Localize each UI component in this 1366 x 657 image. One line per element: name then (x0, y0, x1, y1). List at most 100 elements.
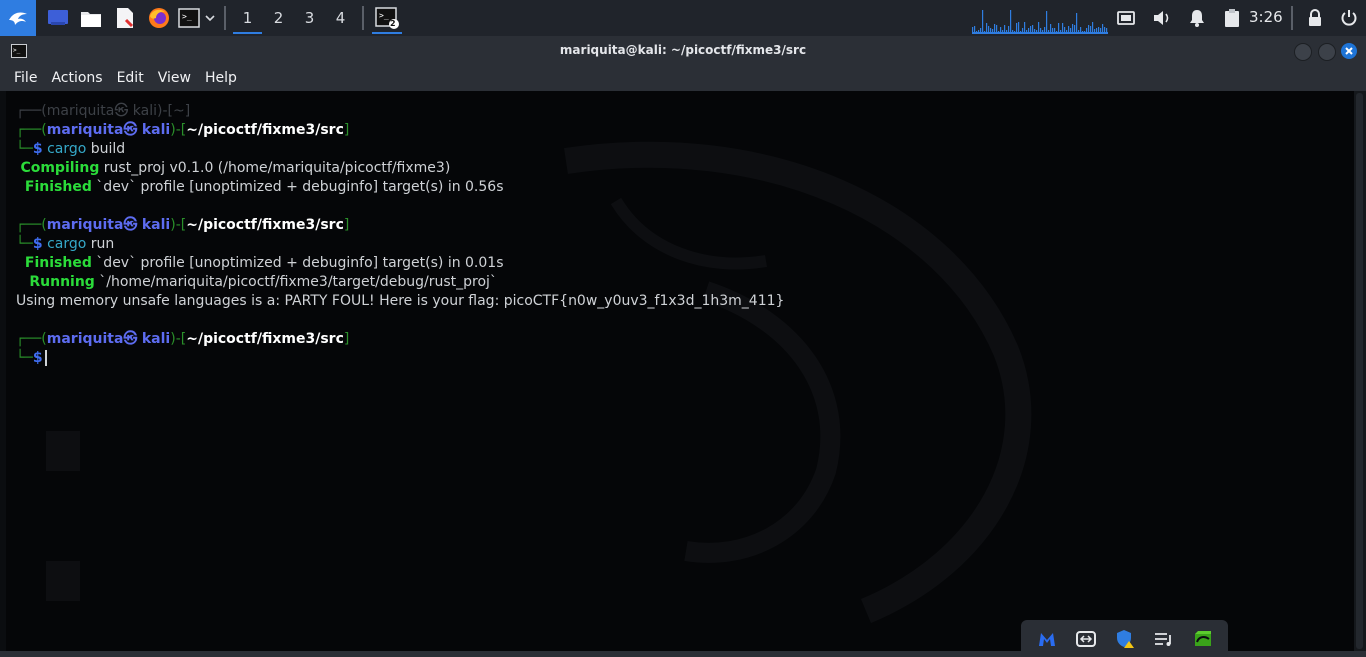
svg-text:>_: >_ (182, 12, 192, 21)
cpu-graph-bar (994, 24, 996, 32)
cargo-status-label: Running (29, 274, 95, 290)
cpu-graph-bar (1040, 28, 1042, 32)
workspace-4[interactable]: 4 (325, 0, 356, 36)
prompt-host: kali (141, 217, 171, 233)
flag-output-line: Using memory unsafe languages is a: PART… (16, 293, 785, 309)
cpu-graph-bar (1074, 25, 1076, 32)
playlist-icon[interactable] (1152, 627, 1176, 651)
scrollbar-thumb[interactable] (1356, 93, 1363, 649)
output-text: `/home/mariquita/picoctf/fixme3/target/d… (94, 274, 497, 290)
menu-help[interactable]: Help (198, 65, 244, 91)
close-button[interactable] (1341, 43, 1357, 59)
clipboard-icon[interactable] (1220, 0, 1244, 36)
cpu-graph-bar (1006, 30, 1008, 32)
menu-file[interactable]: File (0, 65, 44, 91)
cpu-graph-bar (1034, 29, 1036, 32)
menu-actions[interactable]: Actions (44, 65, 109, 91)
prompt-box: ] (184, 103, 191, 119)
cpu-graph-bar (1068, 26, 1070, 32)
workspace-1[interactable]: 1 (232, 0, 263, 36)
output-text: `dev` profile [unoptimized + debuginfo] … (91, 255, 504, 271)
workspace-label: 4 (335, 9, 346, 27)
window-titlebar[interactable]: >_ mariquita@kali: ~/picoctf/fixme3/src (0, 36, 1366, 65)
terminal-icon[interactable]: >_ (176, 0, 202, 36)
cpu-graph-bar (980, 28, 982, 32)
prompt-user: mariquita㉿ (46, 103, 129, 119)
defender-icon[interactable] (1113, 627, 1137, 651)
panel-separator (224, 6, 226, 30)
workspace-3[interactable]: 3 (294, 0, 325, 36)
firefox-icon[interactable] (142, 0, 176, 36)
cpu-graph-bar (984, 31, 986, 32)
show-desktop-icon[interactable] (42, 0, 74, 36)
workspace-2[interactable]: 2 (263, 0, 294, 36)
cpu-graph-bar (972, 27, 974, 32)
cpu-graph-bar (1078, 30, 1080, 32)
teamviewer-icon[interactable] (1074, 627, 1098, 651)
cpu-graph-bar (1090, 26, 1092, 32)
terminal-scrollbar[interactable] (1354, 91, 1366, 651)
cpu-graph-bar (1022, 28, 1024, 32)
screen-icon[interactable] (1114, 0, 1138, 36)
prompt-box: ] (343, 331, 350, 347)
output-line: Finished `dev` profile [unoptimized + de… (16, 178, 504, 197)
taskbar-terminal-button[interactable]: >_ 2 (370, 0, 404, 36)
command-name: cargo (47, 141, 87, 157)
cpu-graph (972, 10, 1108, 34)
minimize-button[interactable] (1294, 43, 1312, 61)
cpu-graph-bar (1094, 29, 1096, 32)
cpu-graph-bar (1070, 28, 1072, 32)
cpu-graph-bar (1046, 11, 1048, 32)
command-line: └─$ cargo run (16, 235, 114, 254)
bell-icon[interactable] (1185, 0, 1209, 36)
lock-icon[interactable] (1303, 0, 1327, 36)
svg-text:>_: >_ (379, 11, 389, 20)
cpu-graph-bar (1012, 30, 1014, 32)
prompt-user: mariquita㉿ (46, 122, 138, 138)
cpu-graph-bar (1082, 31, 1084, 32)
text-editor-icon[interactable] (108, 0, 142, 36)
menu-bar: File Actions Edit View Help (0, 65, 1366, 91)
volume-icon[interactable] (1150, 0, 1174, 36)
workspace-label: 2 (273, 9, 284, 27)
cpu-graph-bar (1102, 24, 1104, 32)
prompt-path: ~/picoctf/fixme3/src (186, 331, 344, 347)
menu-edit[interactable]: Edit (110, 65, 151, 91)
cpu-graph-bar (1048, 30, 1050, 32)
terminal-area[interactable]: ┌──(mariquita㉿ kali)-[~] ┌──(mariquita㉿ … (6, 91, 1354, 651)
chevron-down-icon[interactable] (202, 0, 218, 36)
system-tray-popup (1021, 620, 1228, 657)
menu-view[interactable]: View (151, 65, 198, 91)
command-line: └─$ cargo build (16, 140, 125, 159)
cpu-graph-bar (1018, 22, 1020, 32)
cpu-graph-bar (1064, 27, 1066, 32)
file-manager-icon[interactable] (74, 0, 108, 36)
output-line: Running `/home/mariquita/picoctf/fixme3/… (16, 273, 497, 292)
cpu-graph-bar (1016, 23, 1018, 32)
ghost-prompt-line: ┌──(mariquita㉿ kali)-[~] (16, 102, 190, 121)
prompt-box: )-[ (170, 122, 187, 138)
clock[interactable]: 3:26 (1249, 0, 1283, 36)
power-icon[interactable] (1337, 0, 1361, 36)
kali-menu-icon[interactable] (0, 0, 36, 36)
nvidia-icon[interactable] (1191, 627, 1215, 651)
cpu-graph-bar (974, 26, 976, 32)
prompt-box: ┌──( (16, 217, 47, 233)
malwarebytes-icon[interactable] (1035, 627, 1059, 651)
workspace-label: 3 (304, 9, 315, 27)
cpu-graph-bar (1056, 31, 1058, 32)
cpu-graph-bar (992, 29, 994, 32)
command-line[interactable]: └─$ (16, 349, 47, 368)
prompt-box: )-[ (170, 331, 187, 347)
maximize-button[interactable] (1318, 43, 1336, 61)
prompt-user: mariquita㉿ (46, 217, 138, 233)
workspace-label: 1 (242, 9, 253, 27)
cpu-graph-bar (976, 31, 978, 32)
text-cursor (44, 350, 47, 366)
cpu-graph-bar (1080, 27, 1082, 32)
panel-separator (1291, 6, 1293, 30)
prompt-box: ┌──( (16, 122, 47, 138)
cpu-graph-bar (1088, 25, 1090, 32)
window-title: mariquita@kali: ~/picoctf/fixme3/src (559, 43, 807, 57)
prompt-dollar: $ (32, 141, 43, 157)
